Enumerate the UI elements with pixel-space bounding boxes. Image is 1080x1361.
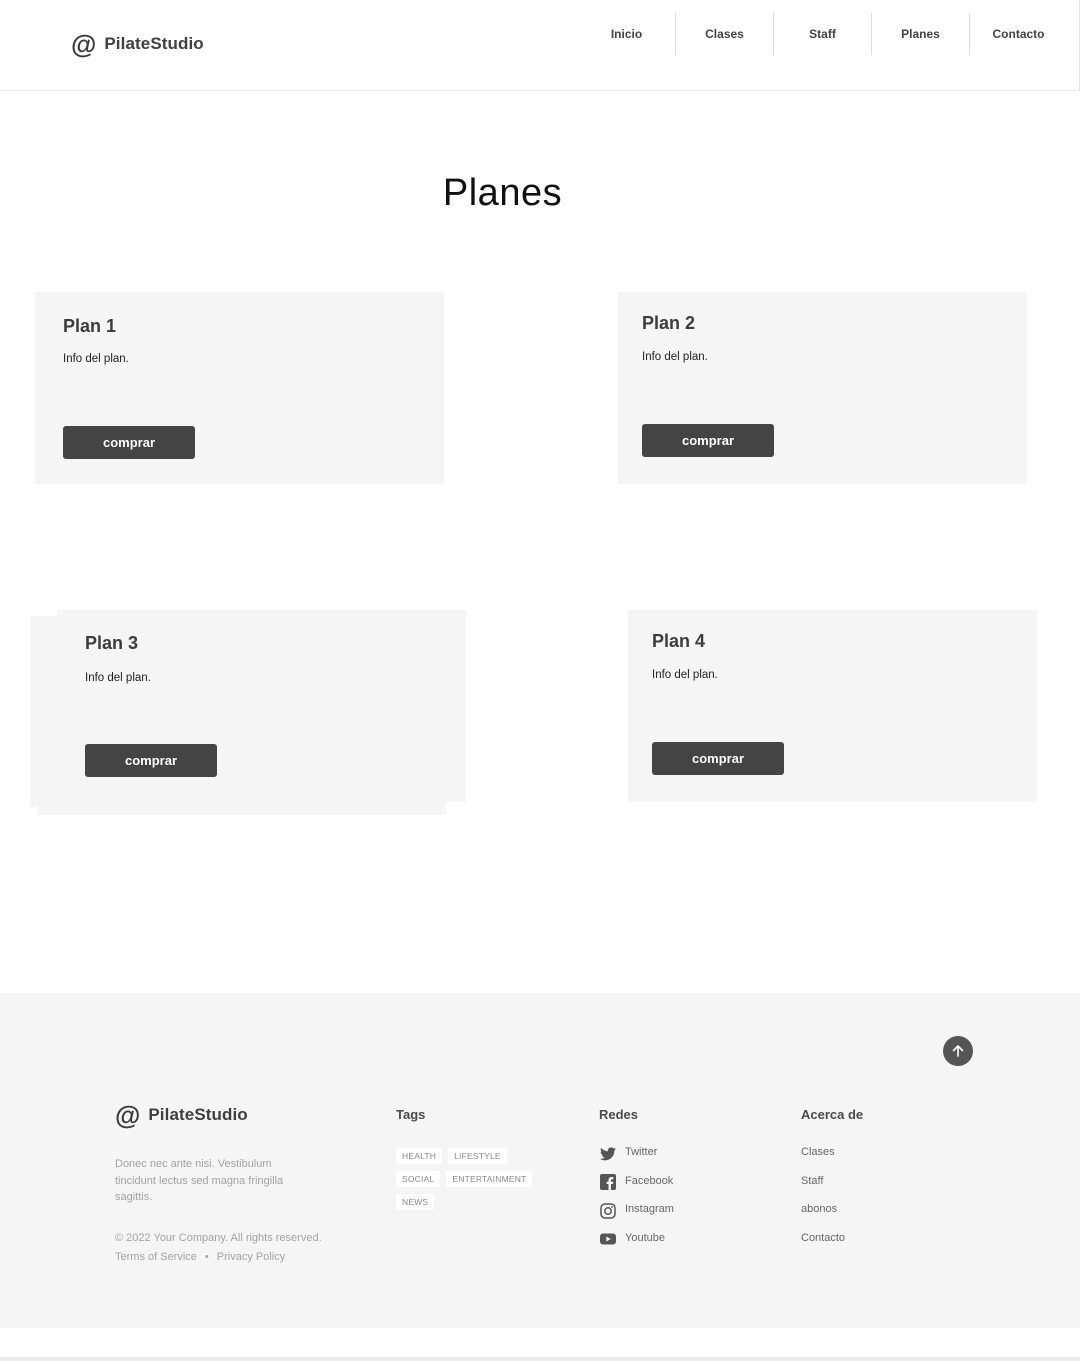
about-link-contacto[interactable]: Contacto [801, 1232, 845, 1261]
tag-news[interactable]: NEWS [396, 1194, 435, 1210]
social-list: Twitter Facebook Instagram Youtube [599, 1146, 674, 1260]
plan-info: Info del plan. [85, 672, 151, 684]
plan-info: Info del plan. [642, 351, 708, 363]
social-heading: Redes [599, 1107, 639, 1122]
buy-button[interactable]: comprar [85, 744, 217, 777]
plan-card-1: Plan 1 Info del plan. comprar [35, 292, 444, 484]
plan-card-4: Plan 4 Info del plan. comprar [628, 610, 1037, 802]
twitter-icon [599, 1145, 616, 1162]
nav-item-contacto[interactable]: Contacto [970, 13, 1067, 55]
page-bottom-bar [0, 1357, 1080, 1361]
youtube-icon [599, 1231, 616, 1248]
plan-title: Plan 4 [652, 631, 706, 651]
social-link-twitter[interactable]: Twitter [599, 1146, 674, 1175]
privacy-link[interactable]: Privacy Policy [217, 1251, 285, 1263]
tag-list: HEALTH LIFESTYLE SOCIAL ENTERTAINMENT NE… [396, 1148, 556, 1210]
buy-button[interactable]: comprar [63, 426, 195, 459]
brand-name: PilateStudio [104, 34, 204, 53]
site-header: @ PilateStudio Inicio Clases Staff Plane… [0, 0, 1080, 91]
social-link-youtube[interactable]: Youtube [599, 1232, 674, 1261]
tag-social[interactable]: SOCIAL [396, 1171, 441, 1187]
instagram-icon [599, 1202, 616, 1219]
social-link-facebook[interactable]: Facebook [599, 1174, 674, 1204]
plan-title: Plan 3 [85, 633, 139, 653]
about-list: Clases Staff abonos Contacto [801, 1146, 845, 1260]
plan-info: Info del plan. [652, 669, 718, 681]
tags-heading: Tags [396, 1107, 426, 1122]
tag-entertainment[interactable]: ENTERTAINMENT [446, 1171, 533, 1187]
about-link-clases[interactable]: Clases [801, 1146, 845, 1175]
nav-item-staff[interactable]: Staff [774, 13, 871, 55]
footer-description: Donec nec ante nisi. Vestibulum tincidun… [115, 1158, 284, 1203]
about-heading: Acerca de [801, 1107, 864, 1122]
brand-logo[interactable]: @ PilateStudio [71, 31, 204, 57]
page-title: Planes [442, 172, 563, 214]
social-label: Instagram [625, 1203, 674, 1215]
tag-health[interactable]: HEALTH [396, 1148, 443, 1164]
buy-button[interactable]: comprar [652, 742, 784, 775]
tag-lifestyle[interactable]: LIFESTYLE [448, 1148, 507, 1164]
social-label: Youtube [625, 1231, 665, 1244]
terms-link[interactable]: Terms of Service [115, 1251, 197, 1263]
legal-links: Terms of Service • Privacy Policy [115, 1251, 285, 1263]
plan-info: Info del plan. [63, 353, 129, 365]
social-label: Facebook [625, 1174, 674, 1187]
buy-button[interactable]: comprar [642, 424, 774, 457]
plan-card-2: Plan 2 Info del plan. comprar [618, 292, 1027, 484]
at-sign-icon: @ [71, 29, 97, 59]
nav-item-clases[interactable]: Clases [676, 13, 773, 55]
about-link-staff[interactable]: Staff [801, 1175, 845, 1204]
main-nav: Inicio Clases Staff Planes Contacto [578, 13, 1067, 55]
nav-item-inicio[interactable]: Inicio [578, 13, 675, 55]
about-link-abonos[interactable]: abonos [801, 1203, 845, 1232]
plan-title: Plan 1 [63, 316, 117, 336]
facebook-icon [599, 1174, 616, 1191]
nav-item-planes[interactable]: Planes [872, 13, 969, 55]
plan-title: Plan 2 [642, 313, 696, 333]
at-sign-icon: @ [115, 1100, 141, 1130]
site-footer: @ PilateStudio Donec nec ante nisi. Vest… [0, 993, 1080, 1328]
copyright: © 2022 Your Company. All rights reserved… [115, 1232, 322, 1244]
back-to-top-button[interactable] [943, 1036, 973, 1066]
social-label: Twitter [625, 1146, 658, 1158]
footer-brand-logo[interactable]: @ PilateStudio [115, 1102, 248, 1128]
arrow-up-icon [952, 1045, 964, 1057]
footer-brand-name: PilateStudio [148, 1105, 248, 1124]
plan-card-3: Plan 3 Info del plan. comprar [57, 610, 466, 802]
legal-separator: • [204, 1251, 209, 1263]
social-link-instagram[interactable]: Instagram [599, 1202, 674, 1232]
